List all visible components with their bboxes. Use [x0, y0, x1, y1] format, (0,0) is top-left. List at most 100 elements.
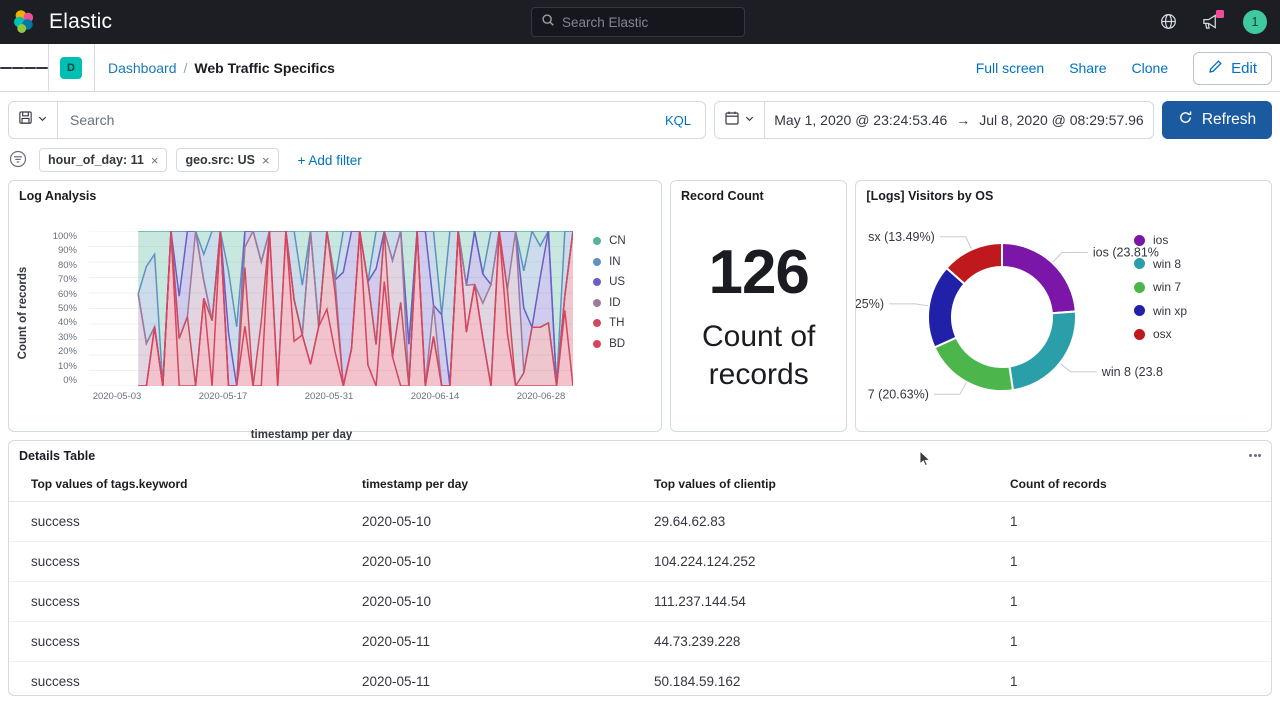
- table-cell: 2020-05-10: [354, 582, 646, 622]
- legend-label: TH: [609, 317, 624, 329]
- table-cell: 50.184.59.162: [646, 662, 1002, 697]
- legend-label: ios: [1153, 233, 1168, 247]
- legend-color-dot: [1134, 258, 1145, 269]
- global-search[interactable]: [531, 7, 745, 37]
- panel-visitors-by-os: [Logs] Visitors by OS ios (23.81%win 8 (…: [855, 180, 1272, 432]
- legend-color-dot: [1134, 282, 1145, 293]
- x-tick-label: 2020-06-28: [488, 391, 594, 402]
- metric-label: Count of records: [702, 318, 815, 395]
- filter-bar: hour_of_day: 11 × geo.src: US × + Add fi…: [0, 139, 1280, 180]
- saved-query-button[interactable]: [9, 102, 58, 138]
- legend-item[interactable]: BD: [593, 338, 661, 350]
- table-cell: success: [9, 502, 354, 542]
- table-row[interactable]: success2020-05-1144.73.239.2281: [9, 622, 1271, 662]
- divider: [48, 44, 49, 92]
- global-header: Elastic 1: [0, 0, 1280, 44]
- edit-button[interactable]: Edit: [1193, 52, 1272, 85]
- table-cell: success: [9, 662, 354, 697]
- metric-label-line1: Count of: [702, 318, 815, 356]
- legend-label: ID: [609, 297, 621, 309]
- legend-item[interactable]: win 8: [1134, 257, 1187, 271]
- y-axis-title: Count of records: [17, 267, 29, 360]
- dashboard-grid: Log Analysis Count of records 100%90%80%…: [0, 180, 1280, 696]
- table-cell: success: [9, 622, 354, 662]
- legend-label: osx: [1153, 327, 1172, 341]
- y-tick-label: 10%: [58, 361, 77, 372]
- x-tick-label: 2020-05-17: [170, 391, 276, 402]
- legend-item[interactable]: ID: [593, 297, 661, 309]
- table-cell: 1: [1002, 622, 1271, 662]
- search-input[interactable]: [562, 15, 735, 30]
- legend-item[interactable]: win xp: [1134, 304, 1187, 318]
- x-tick-label: 2020-06-14: [382, 391, 488, 402]
- globe-icon[interactable]: [1159, 12, 1179, 32]
- full-screen-button[interactable]: Full screen: [976, 60, 1044, 76]
- date-end[interactable]: Jul 8, 2020 @ 08:29:57.96: [979, 112, 1143, 128]
- column-header[interactable]: Top values of clientip: [646, 463, 1002, 502]
- avatar[interactable]: 1: [1243, 10, 1267, 34]
- date-start[interactable]: May 1, 2020 @ 23:24:53.46: [774, 112, 947, 128]
- legend-color-dot: [1134, 329, 1145, 340]
- brand[interactable]: Elastic: [0, 9, 112, 35]
- donut-chart-svg: ios (23.81%win 8 (23.87 (20.63%)xp (18.2…: [856, 211, 1274, 430]
- dashboard-actions: Full screen Share Clone Edit: [976, 44, 1272, 92]
- refresh-button[interactable]: Refresh: [1162, 101, 1272, 139]
- notification-badge: [1216, 10, 1224, 18]
- search-icon: [541, 13, 555, 32]
- column-header[interactable]: Top values of tags.keyword: [9, 463, 354, 502]
- svg-text:7 (20.63%): 7 (20.63%): [868, 387, 929, 401]
- legend-item[interactable]: US: [593, 276, 661, 288]
- close-icon[interactable]: ×: [151, 153, 159, 168]
- panel-title: Log Analysis: [9, 181, 661, 203]
- table-row[interactable]: success2020-05-10111.237.144.541: [9, 582, 1271, 622]
- filter-pill-label: hour_of_day: 11: [48, 153, 144, 167]
- table-cell: 2020-05-11: [354, 662, 646, 697]
- query-bar: Search KQL May 1, 2020 @ 23:24:53.46 → J…: [0, 92, 1280, 139]
- legend-color-dot: [593, 319, 601, 327]
- query-input[interactable]: Search: [58, 112, 651, 128]
- table-row[interactable]: success2020-05-1029.64.62.831: [9, 502, 1271, 542]
- filter-options-icon[interactable]: [8, 149, 30, 171]
- calendar-button[interactable]: [715, 102, 765, 138]
- y-tick-label: 20%: [58, 346, 77, 357]
- legend-color-dot: [593, 237, 601, 245]
- refresh-button-label: Refresh: [1202, 111, 1256, 129]
- legend-item[interactable]: osx: [1134, 327, 1187, 341]
- metric-label-line2: records: [702, 356, 815, 394]
- details-table: Top values of tags.keyword timestamp per…: [9, 463, 1271, 696]
- y-tick-label: 60%: [58, 289, 77, 300]
- breadcrumb-separator: /: [184, 60, 188, 76]
- legend-color-dot: [1134, 235, 1145, 246]
- legend-item[interactable]: TH: [593, 317, 661, 329]
- query-language-button[interactable]: KQL: [651, 113, 705, 128]
- share-button[interactable]: Share: [1069, 60, 1106, 76]
- table-cell: 1: [1002, 662, 1271, 697]
- legend-item[interactable]: CN: [593, 235, 661, 247]
- panel-options-button[interactable]: [1244, 446, 1266, 464]
- legend-item[interactable]: ios: [1134, 233, 1187, 247]
- add-filter-button[interactable]: + Add filter: [298, 153, 362, 168]
- announcements-icon[interactable]: [1201, 12, 1221, 32]
- table-row[interactable]: success2020-05-10104.224.124.2521: [9, 542, 1271, 582]
- close-icon[interactable]: ×: [262, 153, 270, 168]
- table-cell: 44.73.239.228: [646, 622, 1002, 662]
- filter-pill[interactable]: geo.src: US ×: [176, 148, 278, 172]
- table-row[interactable]: success2020-05-1150.184.59.1621: [9, 662, 1271, 697]
- legend-color-dot: [1134, 305, 1145, 316]
- x-tick-label: 2020-05-31: [276, 391, 382, 402]
- filter-pill[interactable]: hour_of_day: 11 ×: [39, 148, 167, 172]
- log-analysis-chart: Count of records 100%90%80%70%60%50%40%3…: [9, 203, 661, 423]
- column-header[interactable]: Count of records: [1002, 463, 1271, 502]
- breadcrumb-dashboard[interactable]: Dashboard: [108, 60, 177, 76]
- column-header[interactable]: timestamp per day: [354, 463, 646, 502]
- menu-toggle-icon[interactable]: [0, 64, 48, 70]
- date-range[interactable]: May 1, 2020 @ 23:24:53.46 → Jul 8, 2020 …: [765, 112, 1153, 128]
- table-cell: 2020-05-10: [354, 542, 646, 582]
- legend-item[interactable]: IN: [593, 256, 661, 268]
- table-cell: 104.224.124.252: [646, 542, 1002, 582]
- legend-item[interactable]: win 7: [1134, 280, 1187, 294]
- global-header-actions: 1: [1159, 0, 1267, 44]
- clone-button[interactable]: Clone: [1132, 60, 1169, 76]
- calendar-icon: [724, 110, 740, 131]
- table-cell: 2020-05-10: [354, 502, 646, 542]
